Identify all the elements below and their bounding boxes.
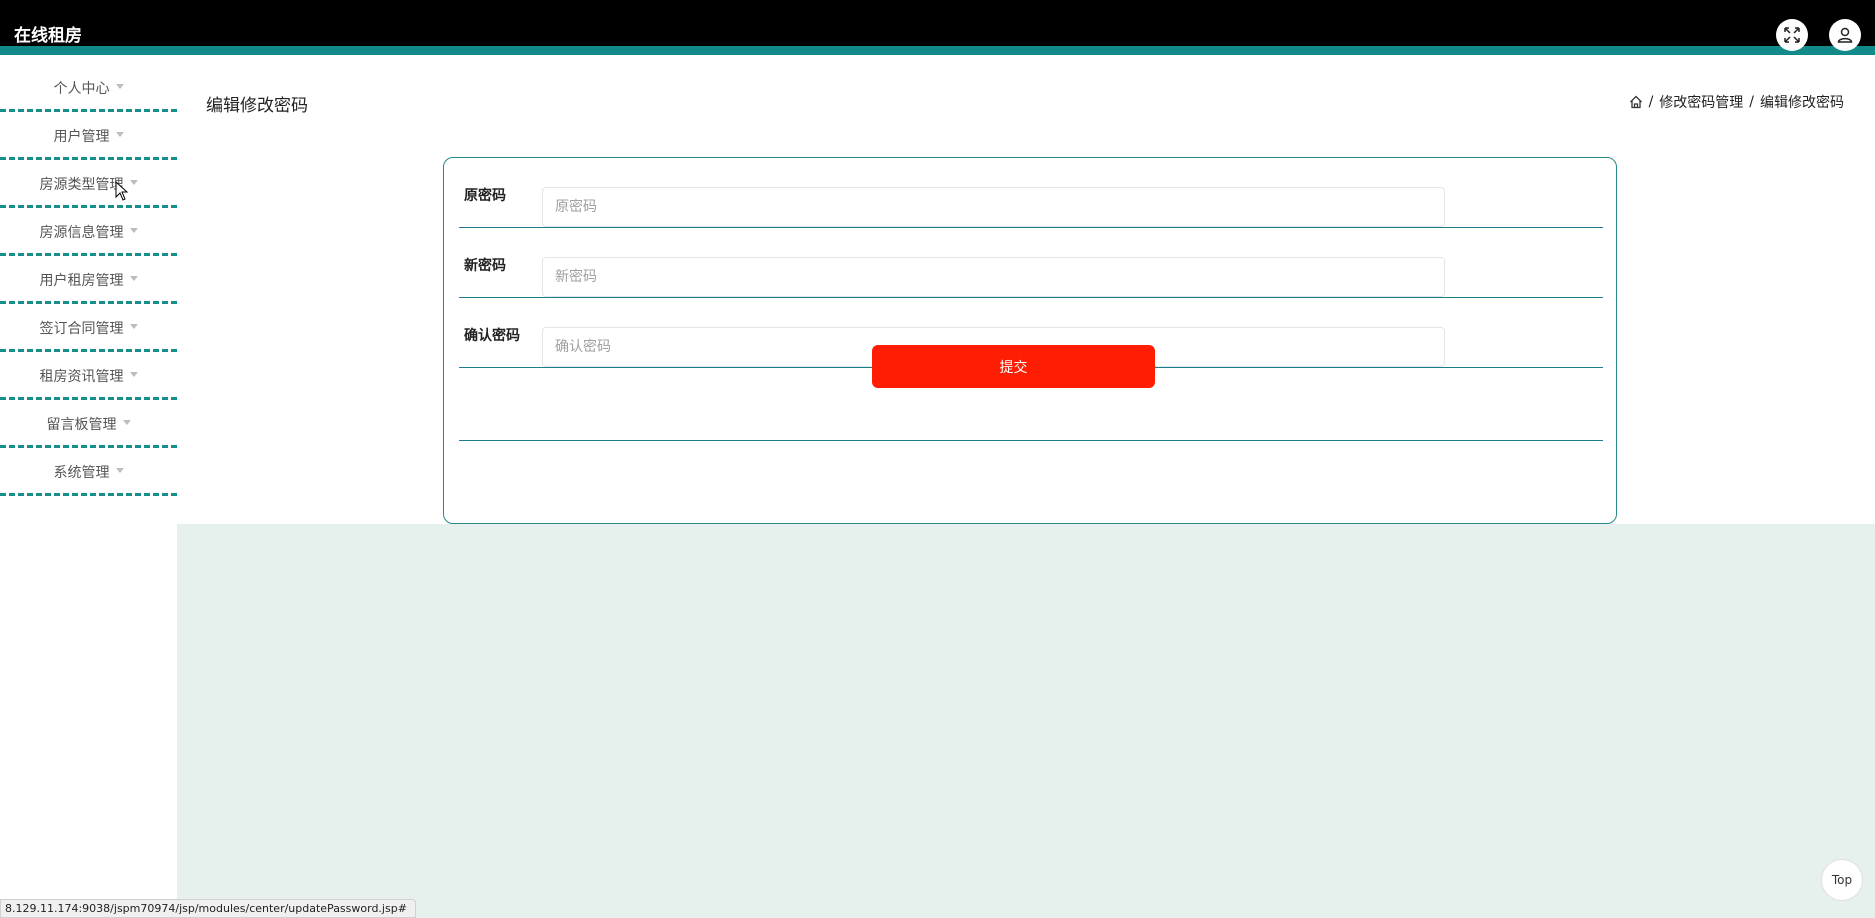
form-row-new-password: 新密码 (459, 228, 1603, 298)
old-password-input[interactable] (542, 187, 1445, 227)
sidebar-item-label: 房源类型管理 (39, 177, 124, 193)
caret-down-icon (115, 132, 124, 137)
breadcrumb-item-password-management[interactable]: 修改密码管理 (1659, 92, 1743, 112)
new-password-label: 新密码 (464, 258, 506, 274)
old-password-label: 原密码 (464, 188, 506, 204)
sidebar-item-label: 用户管理 (53, 129, 110, 145)
breadcrumb: / 修改密码管理 / 编辑修改密码 (1629, 92, 1844, 112)
sidebar-item-personal-center[interactable]: 个人中心 (0, 64, 177, 112)
user-icon (1837, 27, 1853, 43)
top-bar: 在线租房 (0, 0, 1875, 55)
breadcrumb-item-current: 编辑修改密码 (1760, 95, 1844, 111)
sidebar-item-contracts[interactable]: 签订合同管理 (0, 304, 177, 352)
sidebar-item-label: 系统管理 (53, 465, 110, 481)
breadcrumb-separator: / (1749, 94, 1754, 110)
sidebar-item-label: 用户租房管理 (39, 273, 124, 289)
caret-down-icon (129, 372, 138, 377)
sidebar-item-label: 租房资讯管理 (39, 369, 124, 385)
page-title: 编辑修改密码 (206, 96, 308, 116)
sidebar-item-user-rentals[interactable]: 用户租房管理 (0, 256, 177, 304)
brand-title: 在线租房 (14, 26, 82, 46)
caret-down-icon (129, 180, 138, 185)
caret-down-icon (122, 420, 131, 425)
fullscreen-icon (1784, 27, 1800, 43)
sidebar-item-house-info[interactable]: 房源信息管理 (0, 208, 177, 256)
password-form: 原密码 新密码 确认密码 提交 (443, 157, 1617, 524)
caret-down-icon (129, 228, 138, 233)
back-to-top-button[interactable]: Top (1821, 859, 1863, 901)
caret-down-icon (115, 468, 124, 473)
sidebar: 个人中心 用户管理 房源类型管理 房源信息管理 用户租房管理 签订合同管理 租房… (0, 64, 177, 918)
sidebar-item-system[interactable]: 系统管理 (0, 448, 177, 496)
sidebar-item-message-board[interactable]: 留言板管理 (0, 400, 177, 448)
sidebar-item-label: 签订合同管理 (39, 321, 124, 337)
caret-down-icon (129, 276, 138, 281)
sidebar-item-label: 个人中心 (53, 81, 110, 97)
sidebar-item-rental-news[interactable]: 租房资讯管理 (0, 352, 177, 400)
sidebar-item-label: 房源信息管理 (39, 225, 124, 241)
fullscreen-button[interactable] (1776, 19, 1808, 51)
sidebar-item-house-types[interactable]: 房源类型管理 (0, 160, 177, 208)
caret-down-icon (129, 324, 138, 329)
confirm-password-label: 确认密码 (464, 328, 520, 344)
status-bar-url: 8.129.11.174:9038/jspm70974/jsp/modules/… (0, 899, 416, 918)
submit-button[interactable]: 提交 (872, 345, 1155, 388)
sidebar-item-users[interactable]: 用户管理 (0, 112, 177, 160)
sidebar-item-label: 留言板管理 (46, 417, 117, 433)
mouse-cursor-icon (115, 181, 129, 201)
user-button[interactable] (1829, 19, 1861, 51)
home-icon[interactable] (1629, 95, 1643, 109)
form-row-old-password: 原密码 (459, 158, 1603, 228)
new-password-input[interactable] (542, 257, 1445, 297)
main-content-background (177, 524, 1875, 918)
caret-down-icon (115, 84, 124, 89)
breadcrumb-separator: / (1648, 94, 1654, 110)
